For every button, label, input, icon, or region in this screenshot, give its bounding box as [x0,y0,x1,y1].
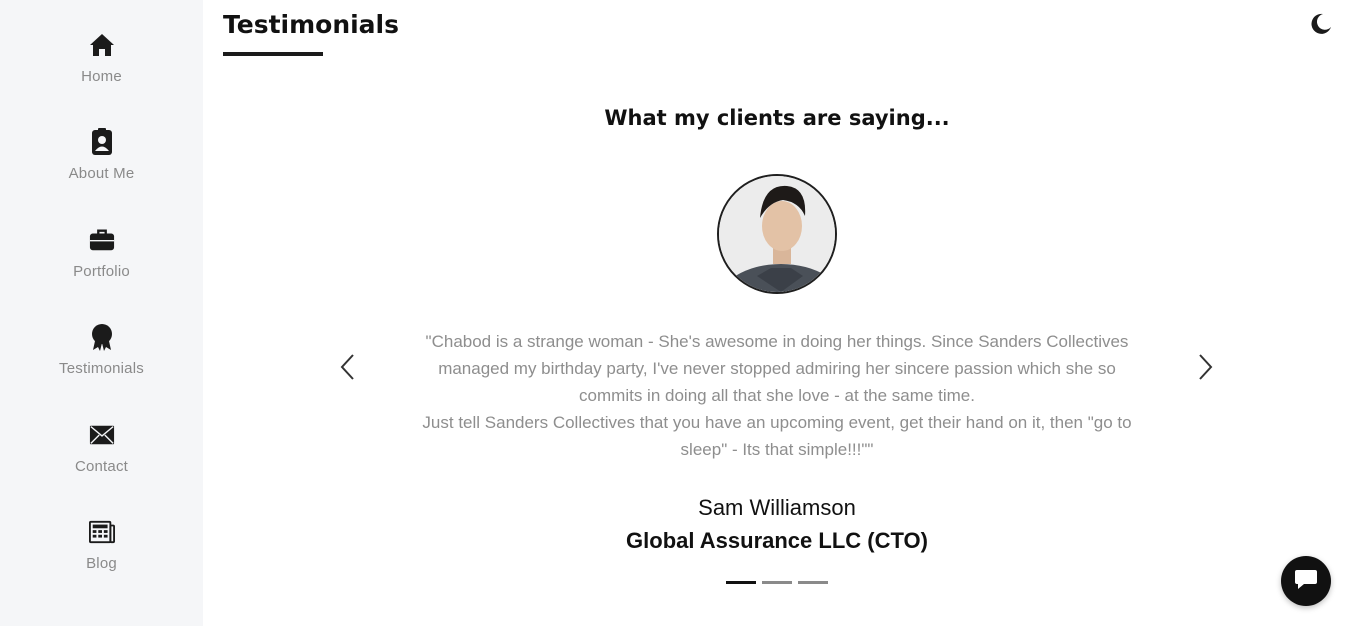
sidebar-item-testimonials[interactable]: Testimonials [0,324,203,404]
title-underline [223,52,323,56]
carousel-indicator[interactable] [726,581,756,584]
id-badge-icon [89,128,115,155]
sidebar-item-label: Blog [86,555,117,572]
moon-icon [1309,13,1333,40]
briefcase-icon [89,227,115,253]
testimonial-author: Sam Williamson [698,495,856,520]
sidebar-item-label: Contact [74,458,129,475]
quote-paragraph: Just tell Sanders Collectives that you h… [422,413,1132,459]
avatar [717,174,837,294]
sidebar-item-blog[interactable]: Blog [0,519,203,599]
chevron-right-icon [1195,354,1215,386]
theme-toggle-button[interactable] [1309,12,1333,36]
sidebar-item-contact[interactable]: Contact [0,422,203,502]
home-icon [89,32,115,58]
envelope-icon [89,422,115,448]
sidebar-item-home[interactable]: Home [0,32,203,112]
carousel-indicators [726,581,828,584]
sidebar-item-label: About Me [68,165,135,182]
award-icon [89,324,115,351]
newspaper-icon [88,519,115,545]
sidebar-item-label: Testimonials [59,360,144,377]
testimonial-quote: "Chabod is a strange woman - She's aweso… [420,328,1134,463]
section-heading: What my clients are saying... [604,106,950,130]
carousel-next-button[interactable] [1195,352,1215,382]
testimonial-company: Global Assurance LLC (CTO) [626,528,928,553]
page-title: Testimonials [223,10,400,39]
sidebar-item-label: Portfolio [73,263,130,280]
carousel-indicator[interactable] [762,581,792,584]
sidebar-item-about-me[interactable]: About Me [0,128,203,209]
chat-button[interactable] [1281,556,1331,606]
quote-paragraph: "Chabod is a strange woman - She's aweso… [425,332,1129,405]
carousel-indicator[interactable] [798,581,828,584]
sidebar-item-portfolio[interactable]: Portfolio [0,227,203,307]
carousel-prev-button[interactable] [338,352,358,382]
sidebar-item-label: Home [81,68,122,85]
sidebar: Home About Me Portfolio Testimonials Con… [0,0,203,626]
chevron-left-icon [338,354,358,386]
chat-bubble-icon [1294,568,1318,595]
